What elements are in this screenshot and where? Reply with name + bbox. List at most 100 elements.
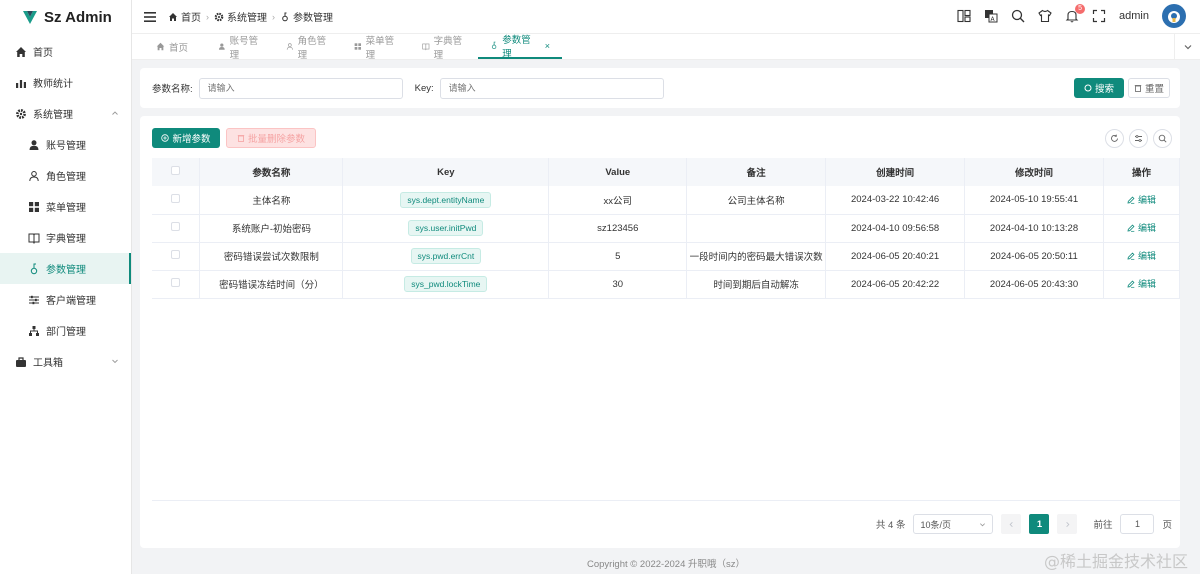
sidebar-item[interactable]: 系统管理 [0, 98, 131, 129]
layout-icon[interactable] [957, 9, 971, 23]
grid-icon [29, 201, 39, 212]
sidebar-item[interactable]: 教师统计 [0, 67, 131, 98]
action-cell: 编辑 [1103, 242, 1181, 271]
batch-delete-button[interactable]: 批量删除参数 [226, 128, 316, 148]
edit-button[interactable]: 编辑 [1127, 221, 1156, 234]
book-icon [422, 43, 430, 51]
tab[interactable]: 字典管理 [410, 34, 478, 61]
menu-toggle-icon[interactable] [144, 11, 156, 23]
column-header: 备注 [686, 158, 827, 186]
created-time-cell: 2024-06-05 20:42:22 [825, 270, 966, 299]
avatar[interactable] [1162, 4, 1186, 28]
user-name[interactable]: admin [1119, 10, 1149, 22]
close-icon[interactable]: × [545, 41, 550, 51]
breadcrumb-label: 参数管理 [293, 13, 333, 24]
user-icon [218, 43, 225, 50]
column-header: Value [548, 158, 688, 186]
sidebar-item-label: 账号管理 [46, 141, 86, 152]
edit-button[interactable]: 编辑 [1127, 249, 1156, 262]
edit-icon [1127, 280, 1135, 288]
key-input[interactable] [439, 77, 664, 99]
column-settings-button[interactable] [1129, 129, 1148, 148]
goto-page-input[interactable]: 1 [1120, 514, 1155, 534]
tabs-more-button[interactable] [1174, 34, 1200, 60]
reset-button[interactable]: 重置 [1128, 78, 1170, 98]
sidebar-item[interactable]: 角色管理 [0, 160, 131, 191]
toggle-search-button[interactable] [1153, 129, 1172, 148]
breadcrumb: 首页 › 系统管理 › 参数管理 [168, 9, 333, 24]
sidebar-item[interactable]: 账号管理 [0, 129, 131, 160]
search-icon[interactable] [1011, 9, 1025, 23]
refresh-button[interactable] [1105, 129, 1124, 148]
breadcrumb-separator: › [272, 11, 275, 22]
param-name-cell: 密码错误尝试次数限制 [199, 242, 344, 271]
fullscreen-icon[interactable] [1092, 9, 1106, 23]
notification-button[interactable]: 5 [1065, 4, 1086, 23]
tab[interactable]: 账号管理 [206, 34, 274, 61]
sidebar-item-label: 首页 [33, 48, 53, 59]
logo[interactable]: Sz Admin [0, 0, 131, 34]
created-time-cell: 2024-03-22 10:42:46 [825, 186, 966, 215]
toolbox-icon-wrap [15, 356, 27, 368]
chevron-right-icon [1066, 521, 1070, 527]
row-checkbox[interactable] [171, 222, 181, 231]
breadcrumb-item-home[interactable]: 首页 [168, 9, 201, 24]
row-checkbox[interactable] [171, 250, 181, 259]
remark-cell [686, 214, 827, 243]
gear-icon-wrap [15, 108, 27, 120]
page-number[interactable]: 1 [1029, 514, 1050, 534]
key-cell: sys.pwd.errCnt [342, 242, 550, 271]
tab[interactable]: 菜单管理 [342, 34, 410, 61]
row-checkbox[interactable] [171, 193, 181, 203]
sidebar-item-label: 角色管理 [46, 172, 86, 183]
refresh-icon [1111, 134, 1118, 142]
tab[interactable]: 角色管理 [274, 34, 342, 61]
breadcrumb-item-system[interactable]: 系统管理 [214, 9, 267, 24]
sidebar-item[interactable]: 首页 [0, 36, 131, 67]
key-cell: sys_pwd.lockTime [342, 270, 550, 299]
updated-time-cell: 2024-06-05 20:43:30 [964, 270, 1104, 299]
table-row: 主体名称 sys.dept.entityName xx公司 公司主体名称 2024-03… [152, 186, 1181, 215]
sidebar-item[interactable]: 部门管理 [0, 315, 131, 346]
theme-shirt-icon[interactable] [1038, 9, 1052, 23]
updated-time-cell: 2024-04-10 10:13:28 [964, 214, 1104, 243]
sidebar-item[interactable]: 参数管理 [0, 253, 131, 284]
tab[interactable]: 首页 [138, 34, 206, 59]
home-icon [156, 42, 165, 51]
sidebar-item[interactable]: 菜单管理 [0, 191, 131, 222]
edit-icon [1127, 196, 1135, 204]
edit-label: 编辑 [1137, 279, 1156, 290]
action-cell: 编辑 [1103, 186, 1181, 215]
row-select-cell [152, 186, 201, 215]
next-page-button[interactable] [1057, 514, 1078, 534]
search-button[interactable]: 搜索 [1074, 78, 1124, 98]
breadcrumb-label: 首页 [181, 13, 201, 24]
value-cell: 30 [548, 270, 688, 299]
sidebar-item-label: 系统管理 [33, 110, 73, 121]
chevron-up-icon [112, 111, 118, 115]
sidebar-item[interactable]: 客户端管理 [0, 284, 131, 315]
param-name-cell: 系统账户-初始密码 [199, 214, 344, 243]
sidebar-item-label: 菜单管理 [46, 203, 86, 214]
tab[interactable]: 参数管理 × [478, 34, 562, 60]
select-all-checkbox[interactable] [171, 166, 181, 175]
search-icon [1084, 84, 1092, 92]
sidebar-item[interactable]: 工具箱 [0, 346, 131, 377]
add-param-button[interactable]: 新增参数 [152, 128, 220, 148]
sidebar-item[interactable]: 字典管理 [0, 222, 131, 253]
page-size-select[interactable]: 10条/页 [913, 514, 994, 534]
translate-icon[interactable]: A [984, 9, 998, 23]
edit-button[interactable]: 编辑 [1127, 277, 1156, 290]
home-icon [169, 12, 177, 21]
user-outline-icon-wrap [28, 170, 40, 182]
edit-button[interactable]: 编辑 [1127, 193, 1156, 206]
tab-label: 菜单管理 [365, 35, 395, 61]
remark-cell: 公司主体名称 [686, 186, 827, 215]
row-checkbox[interactable] [171, 278, 181, 287]
prev-page-button[interactable] [1001, 514, 1022, 534]
column-header: Key [342, 158, 550, 186]
tab-label: 角色管理 [297, 35, 327, 61]
watermark: @稀土掘金技术社区 [1043, 552, 1188, 571]
param-name-input[interactable] [198, 77, 403, 99]
notification-badge: 5 [1075, 4, 1086, 14]
